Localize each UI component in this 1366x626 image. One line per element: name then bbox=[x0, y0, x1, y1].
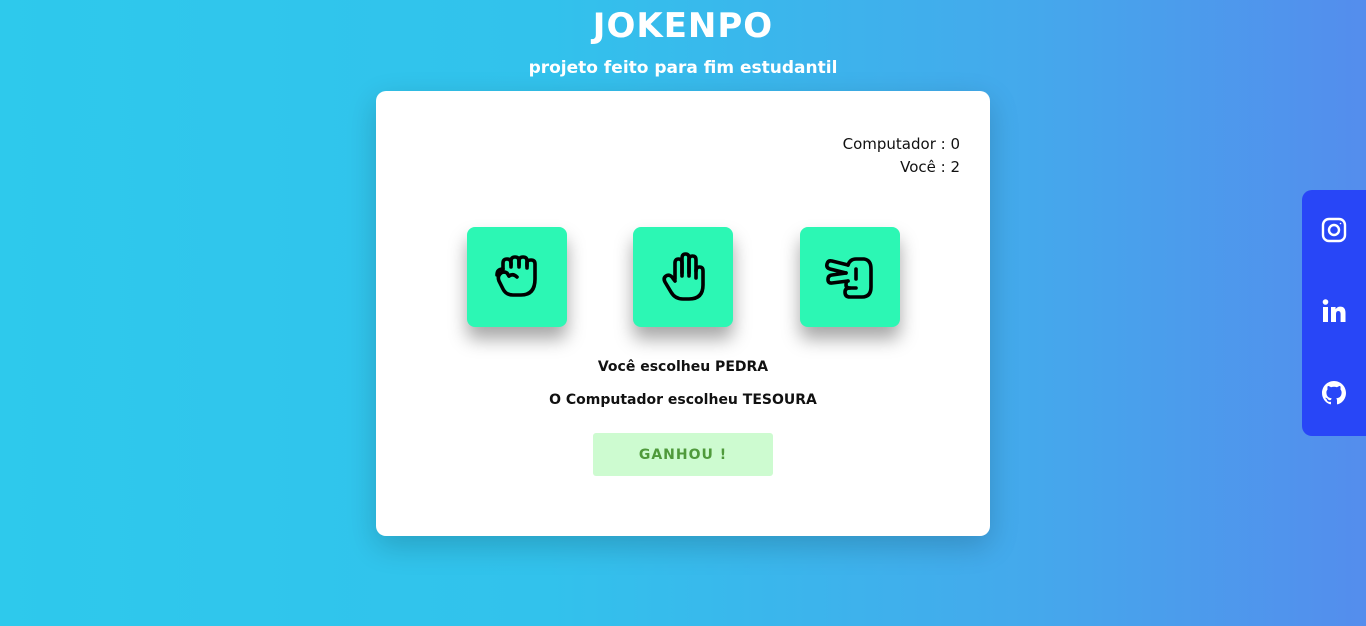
choice-scissors-button[interactable] bbox=[800, 227, 900, 327]
computer-choice-text: O Computador escolheu TESOURA bbox=[549, 392, 817, 408]
github-icon bbox=[1322, 381, 1346, 405]
choice-rock-button[interactable] bbox=[467, 227, 567, 327]
choice-paper-button[interactable] bbox=[633, 227, 733, 327]
page-subtitle: projeto feito para fim estudantil bbox=[528, 58, 838, 78]
game-card: Computador : 0 Você : 2 Você escolheu PE… bbox=[376, 91, 990, 536]
github-link[interactable] bbox=[1320, 379, 1348, 407]
score-computer: Computador : 0 bbox=[842, 135, 960, 153]
paper-hand-icon bbox=[662, 252, 705, 301]
scissors-hand-icon bbox=[825, 257, 873, 299]
instagram-icon bbox=[1321, 217, 1347, 243]
score-player: Você : 2 bbox=[900, 158, 960, 176]
instagram-link[interactable] bbox=[1320, 216, 1348, 244]
social-sidebar bbox=[1302, 190, 1366, 436]
page-title: JOKENPO bbox=[592, 6, 774, 46]
linkedin-icon bbox=[1322, 299, 1346, 322]
player-choice-text: Você escolheu PEDRA bbox=[597, 359, 769, 375]
outcome-badge: GANHOU ! bbox=[593, 433, 773, 476]
scoreboard: Computador : 0 Você : 2 bbox=[843, 133, 960, 179]
linkedin-link[interactable] bbox=[1320, 297, 1348, 325]
rock-hand-icon bbox=[495, 255, 537, 297]
